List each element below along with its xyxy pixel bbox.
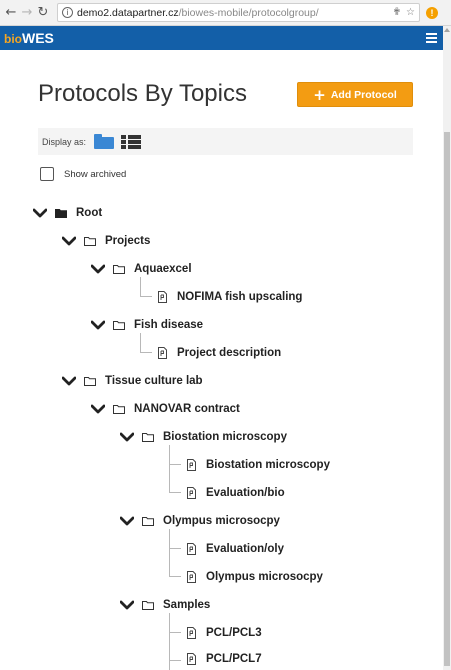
display-mode-bar: Display as: (38, 128, 413, 155)
chevron-down-icon[interactable] (120, 516, 134, 526)
tree-label[interactable]: Tissue culture lab (105, 375, 203, 387)
tree-node-projects[interactable]: Projects (62, 232, 150, 250)
tree-node-fish-disease[interactable]: Fish disease (91, 316, 203, 334)
tree-connector (140, 277, 152, 297)
file-icon (187, 543, 196, 555)
add-protocol-label: Add Protocol (330, 88, 397, 101)
tree-label[interactable]: Biostation microscopy (206, 459, 330, 471)
tree-node-nanovar-contract[interactable]: NANOVAR contract (91, 400, 240, 418)
tree-label[interactable]: PCL/PCL7 (206, 653, 262, 665)
tree-node-tissue-culture-lab[interactable]: Tissue culture lab (62, 372, 203, 390)
pin-icon[interactable]: ✟ (393, 7, 401, 18)
tree-leaf-biostation-microscopy[interactable]: Biostation microscopy (187, 456, 330, 474)
tree-label[interactable]: NANOVAR contract (134, 403, 240, 415)
folder-icon (55, 209, 67, 218)
show-archived-checkbox[interactable] (40, 167, 54, 181)
tree-leaf-evaluation-oly[interactable]: Evaluation/oly (187, 540, 284, 558)
brand-prefix: bio (4, 32, 22, 46)
file-icon (187, 653, 196, 665)
add-protocol-button[interactable]: + Add Protocol (297, 82, 413, 107)
info-icon[interactable]: i (62, 7, 73, 18)
extension-icon[interactable]: ! (426, 6, 438, 19)
file-icon (187, 627, 196, 639)
tree-node-biostation-microscopy[interactable]: Biostation microscopy (120, 428, 287, 446)
brand-name: WES (22, 30, 54, 46)
file-icon (187, 487, 196, 499)
folder-icon (113, 321, 125, 330)
tree-node-samples[interactable]: Samples (120, 596, 210, 614)
tree-node-aquaexcel[interactable]: Aquaexcel (91, 260, 192, 278)
tree-label[interactable]: Projects (105, 235, 150, 247)
chevron-down-icon[interactable] (91, 404, 105, 414)
page-title: Protocols By Topics (38, 80, 247, 107)
tree-label[interactable]: PCL/PCL3 (206, 627, 262, 639)
brand-logo[interactable]: bio WES (0, 30, 54, 46)
tree-connector (169, 445, 181, 493)
url-domain: demo2.datapartner.cz (77, 6, 179, 19)
tree-label[interactable]: Olympus microsocpy (163, 515, 280, 527)
app-navbar: bio WES (0, 26, 443, 50)
chevron-down-icon[interactable] (33, 208, 47, 218)
scroll-thumb[interactable] (444, 132, 450, 666)
plus-icon: + (313, 85, 326, 104)
bookmark-star-icon[interactable]: ☆ (406, 7, 415, 18)
folder-icon (113, 265, 125, 274)
tree-connector (169, 529, 181, 577)
folder-view-icon[interactable] (94, 134, 115, 149)
chevron-down-icon[interactable] (120, 600, 134, 610)
browser-toolbar: ← → ↻ i demo2.datapartner.cz /biowes-mob… (0, 0, 451, 26)
show-archived-toggle[interactable]: Show archived (40, 167, 126, 181)
tree-leaf-nofima[interactable]: NOFIMA fish upscaling (158, 288, 302, 306)
tree-label[interactable]: Evaluation/oly (206, 543, 284, 555)
tree-label[interactable]: Olympus microsocpy (206, 571, 323, 583)
forward-arrow-icon[interactable]: → (19, 3, 35, 23)
folder-icon (84, 237, 96, 246)
back-arrow-icon[interactable]: ← (3, 3, 19, 23)
folder-icon (142, 601, 154, 610)
chevron-down-icon[interactable] (91, 320, 105, 330)
page-scrollbar[interactable] (443, 26, 451, 670)
tree-label[interactable]: Samples (163, 599, 210, 611)
hamburger-menu-icon[interactable] (426, 33, 437, 43)
reload-icon[interactable]: ↻ (35, 3, 51, 23)
scroll-up-arrow-icon[interactable] (444, 28, 450, 32)
file-icon (158, 347, 167, 359)
file-icon (187, 459, 196, 471)
tree-leaf-project-description[interactable]: Project description (158, 344, 281, 362)
folder-icon (84, 377, 96, 386)
tree-leaf-olympus-microsocpy[interactable]: Olympus microsocpy (187, 568, 323, 586)
tree-label[interactable]: NOFIMA fish upscaling (177, 291, 302, 303)
url-path: /biowes-mobile/protocolgroup/ (178, 6, 319, 19)
tree-label[interactable]: Project description (177, 347, 281, 359)
tree-leaf-pcl3[interactable]: PCL/PCL3 (187, 624, 262, 642)
chevron-down-icon[interactable] (62, 376, 76, 386)
tree-node-olympus-microsocpy[interactable]: Olympus microsocpy (120, 512, 280, 530)
tree-leaf-pcl7[interactable]: PCL/PCL7 (187, 650, 262, 668)
display-as-label: Display as: (42, 136, 87, 147)
tree-label[interactable]: Biostation microscopy (163, 431, 287, 443)
chevron-down-icon[interactable] (62, 236, 76, 246)
file-icon (158, 291, 167, 303)
address-bar[interactable]: i demo2.datapartner.cz /biowes-mobile/pr… (57, 3, 420, 22)
tree-label[interactable]: Aquaexcel (134, 263, 192, 275)
tree-connector (140, 333, 152, 353)
file-icon (187, 571, 196, 583)
tree-label[interactable]: Evaluation/bio (206, 487, 285, 499)
tree-connector (169, 613, 181, 661)
chevron-down-icon[interactable] (120, 432, 134, 442)
list-view-icon[interactable] (121, 134, 142, 149)
tree-connector (169, 661, 170, 670)
tree-label[interactable]: Root (76, 207, 102, 219)
chevron-down-icon[interactable] (91, 264, 105, 274)
tree-node-root[interactable]: Root (33, 204, 102, 222)
show-archived-label: Show archived (64, 168, 127, 180)
folder-icon (113, 405, 125, 414)
folder-icon (142, 517, 154, 526)
tree-label[interactable]: Fish disease (134, 319, 203, 331)
tree-leaf-evaluation-bio[interactable]: Evaluation/bio (187, 484, 285, 502)
folder-icon (142, 433, 154, 442)
